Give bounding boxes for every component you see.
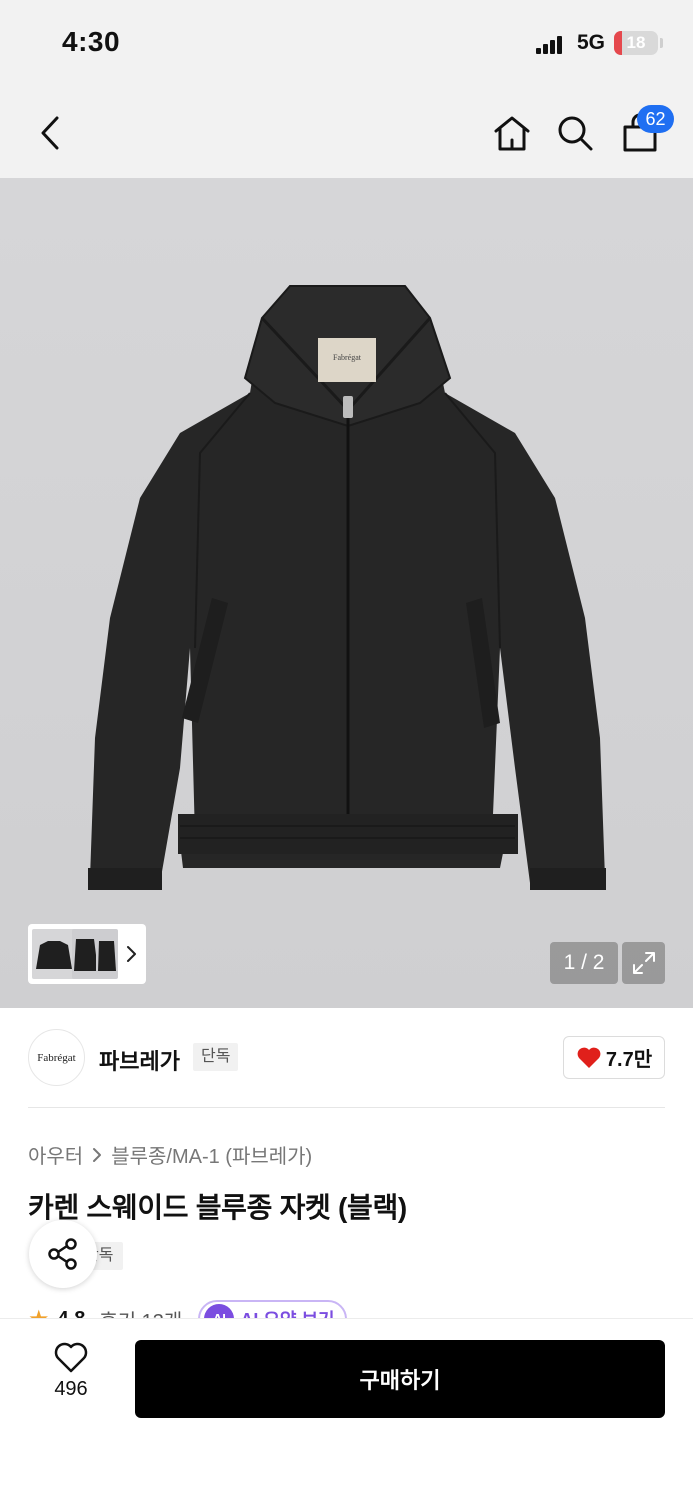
- breadcrumb-category[interactable]: 아우터: [28, 1140, 83, 1169]
- jacket-image: Fabrégat: [0, 178, 693, 1008]
- buy-button[interactable]: 구매하기: [135, 1340, 665, 1418]
- brand-name[interactable]: 파브레가: [99, 1044, 180, 1076]
- wishlist-button[interactable]: 496: [40, 1342, 102, 1412]
- battery-icon: 18: [614, 31, 658, 55]
- top-nav: [0, 88, 693, 178]
- status-time: 4:30: [62, 26, 121, 57]
- divider: [28, 1107, 665, 1108]
- garment-label: Fabrégat: [333, 353, 362, 362]
- brand-like-button[interactable]: 7.7만: [563, 1036, 665, 1079]
- search-button[interactable]: [554, 88, 596, 178]
- ai-summary-label: AI 요약 보기: [240, 1306, 334, 1318]
- home-icon: [494, 116, 530, 151]
- expand-icon: [632, 952, 655, 974]
- chevron-right-icon: [127, 946, 136, 962]
- battery-tip: [660, 38, 663, 48]
- signal-icon: [536, 36, 564, 54]
- search-icon: [558, 116, 593, 151]
- brand-like-count: 7.7만: [605, 1049, 653, 1071]
- star-icon: ★: [28, 1305, 50, 1319]
- chevron-right-icon: [93, 1147, 102, 1162]
- home-button[interactable]: [490, 88, 534, 178]
- product-title: 카렌 스웨이드 블루종 자켓 (블랙): [28, 1192, 407, 1223]
- ai-badge-icon: AI: [204, 1304, 235, 1318]
- brand-exclusive-tag: 단독: [193, 1043, 239, 1071]
- status-bar: 4:30 5G 18: [0, 0, 693, 88]
- cart-count-badge: 62: [637, 105, 674, 133]
- rating-row: ★ 4.8 후기 13개 AI AI 요약 보기: [28, 1300, 428, 1318]
- chevron-left-icon: [41, 116, 59, 150]
- cart-button[interactable]: [618, 88, 662, 178]
- brand-logo-text: Fabrégat: [37, 1051, 76, 1064]
- image-page-indicator: 1 / 2: [550, 942, 618, 984]
- rating-value: 4.8: [58, 1308, 86, 1319]
- ai-summary-button[interactable]: AI AI 요약 보기: [198, 1300, 347, 1318]
- review-count-link[interactable]: 후기 13개: [99, 1305, 182, 1319]
- heart-filled-icon: [577, 1047, 601, 1068]
- thumbnail-1[interactable]: [32, 929, 76, 979]
- brand-logo[interactable]: Fabrégat: [28, 1029, 85, 1086]
- breadcrumb-subcategory[interactable]: 블루종/MA-1 (파브레가): [111, 1140, 312, 1169]
- product-image[interactable]: Fabrégat: [0, 178, 693, 1008]
- expand-image-button[interactable]: [622, 942, 665, 984]
- share-icon: [48, 1238, 77, 1270]
- breadcrumb: 아우터 블루종/MA-1 (파브레가): [28, 1140, 312, 1169]
- wishlist-count: 496: [54, 1378, 88, 1400]
- back-button[interactable]: [30, 88, 70, 178]
- network-type: 5G: [577, 31, 606, 54]
- battery-level: 18: [626, 33, 646, 52]
- heart-outline-icon: [54, 1342, 88, 1373]
- thumbnail-3[interactable]: [96, 929, 118, 979]
- thumbnail-next-button[interactable]: [122, 943, 142, 965]
- share-button[interactable]: [29, 1220, 97, 1288]
